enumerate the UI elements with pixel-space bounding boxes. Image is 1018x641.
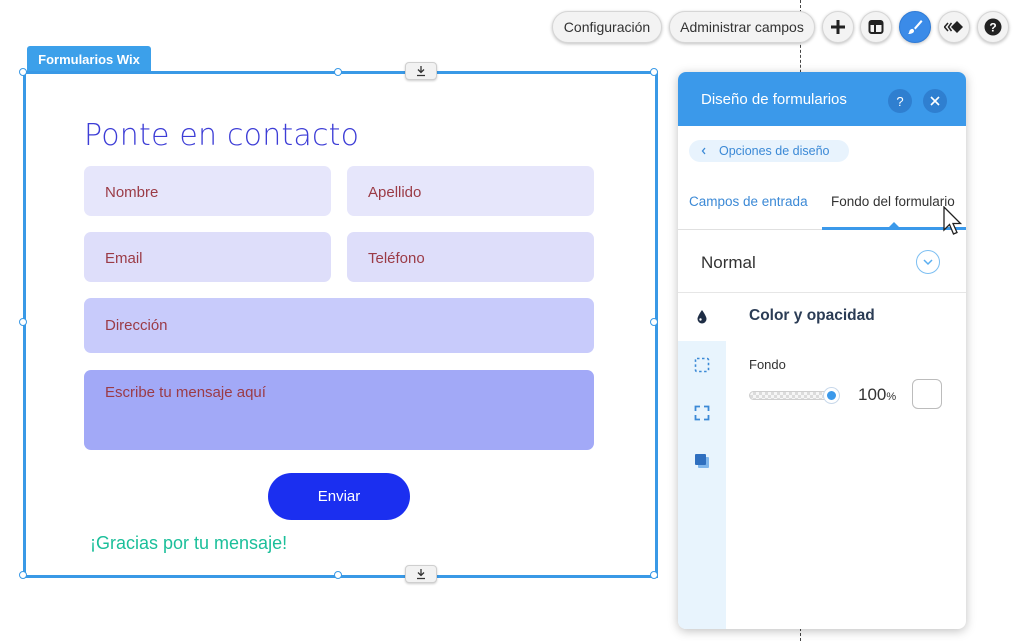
background-color-swatch[interactable] <box>912 379 942 409</box>
panel-title: Diseño de formularios <box>701 91 847 108</box>
border-dashed-icon <box>694 357 710 373</box>
send-button-label: Enviar <box>317 488 361 505</box>
resize-handle-bottom-right[interactable] <box>650 571 658 579</box>
tab-pointer-icon <box>888 222 900 228</box>
drop-icon <box>697 310 707 324</box>
panel-header: Diseño de formularios ? <box>678 72 966 126</box>
strip-fill-color[interactable] <box>678 293 726 341</box>
opacity-value[interactable]: 100% <box>858 385 896 405</box>
corners-icon <box>694 405 710 421</box>
form-title: Ponte en contacto <box>84 118 360 153</box>
strip-corners[interactable] <box>678 389 726 437</box>
name-field[interactable]: Nombre <box>84 166 331 216</box>
manage-fields-button-label: Administrar campos <box>680 19 804 35</box>
name-field-placeholder: Nombre <box>105 184 159 201</box>
lastname-field[interactable]: Apellido <box>347 166 594 216</box>
send-button[interactable]: Enviar <box>268 473 410 520</box>
plus-icon <box>831 20 845 34</box>
mouse-cursor-icon <box>943 206 963 235</box>
lastname-field-placeholder: Apellido <box>368 184 422 201</box>
section-title: Color y opacidad <box>749 307 875 324</box>
chevron-left-icon <box>701 147 706 155</box>
form-design-panel: Diseño de formularios ? Opciones de dise… <box>678 72 966 629</box>
opacity-number: 100 <box>858 385 887 404</box>
breadcrumb-back-design-options[interactable]: Opciones de diseño <box>689 140 849 162</box>
resize-handle-right[interactable] <box>650 318 658 326</box>
tab-form-background-label: Fondo del formulario <box>831 194 955 209</box>
resize-handle-top[interactable] <box>334 68 342 76</box>
animation-button[interactable] <box>938 11 970 43</box>
add-button[interactable] <box>822 11 854 43</box>
resize-handle-left[interactable] <box>19 318 27 326</box>
manage-fields-button[interactable]: Administrar campos <box>669 11 815 43</box>
phone-field[interactable]: Teléfono <box>347 232 594 282</box>
chevron-down-icon <box>916 250 940 274</box>
email-field-placeholder: Email <box>105 250 143 267</box>
tab-input-fields[interactable]: Campos de entrada <box>689 194 808 209</box>
paintbrush-icon <box>908 20 923 34</box>
strip-shadow[interactable] <box>678 437 726 485</box>
panel-help-button[interactable]: ? <box>888 89 912 113</box>
animation-icon <box>944 21 963 33</box>
shadow-icon <box>695 454 709 468</box>
opacity-slider-handle[interactable] <box>824 388 839 403</box>
download-arrow-icon <box>417 66 425 77</box>
close-icon <box>930 96 940 106</box>
tab-form-background[interactable]: Fondo del formulario <box>831 194 955 209</box>
success-message: ¡Gracias por tu mensaje! <box>90 533 288 553</box>
layout-button[interactable] <box>860 11 892 43</box>
widget-name-label: Formularios Wix <box>38 51 140 67</box>
widget-name-tag[interactable]: Formularios Wix <box>27 46 151 72</box>
opacity-unit: % <box>886 391 897 403</box>
state-dropdown[interactable]: Normal <box>678 230 966 293</box>
breadcrumb-label: Opciones de diseño <box>719 144 830 158</box>
layout-icon <box>868 20 884 34</box>
resize-handle-top-left[interactable] <box>19 68 27 76</box>
email-field[interactable]: Email <box>84 232 331 282</box>
state-dropdown-value: Normal <box>701 253 756 272</box>
stretch-handle-bottom[interactable] <box>405 565 437 583</box>
resize-handle-top-right[interactable] <box>650 68 658 76</box>
design-button[interactable] <box>899 11 931 43</box>
message-textarea[interactable]: Escribe tu mensaje aquí <box>84 370 594 450</box>
stretch-handle-top[interactable] <box>405 62 437 80</box>
svg-text:?: ? <box>989 21 996 35</box>
opacity-slider[interactable] <box>749 391 835 400</box>
download-arrow-icon <box>417 569 425 580</box>
settings-button[interactable]: Configuración <box>552 11 662 43</box>
resize-handle-bottom-left[interactable] <box>19 571 27 579</box>
strip-border[interactable] <box>678 341 726 389</box>
tab-input-fields-label: Campos de entrada <box>689 194 808 209</box>
question-icon: ? <box>896 93 904 109</box>
help-icon: ? <box>984 18 1002 36</box>
panel-close-button[interactable] <box>923 89 947 113</box>
message-textarea-placeholder: Escribe tu mensaje aquí <box>105 384 266 401</box>
phone-field-placeholder: Teléfono <box>368 250 425 267</box>
help-button[interactable]: ? <box>977 11 1009 43</box>
design-category-strip <box>678 293 726 629</box>
settings-button-label: Configuración <box>563 19 651 35</box>
background-label: Fondo <box>749 357 786 372</box>
address-field[interactable]: Dirección <box>84 298 594 353</box>
resize-handle-bottom[interactable] <box>334 571 342 579</box>
address-field-placeholder: Dirección <box>105 317 168 334</box>
